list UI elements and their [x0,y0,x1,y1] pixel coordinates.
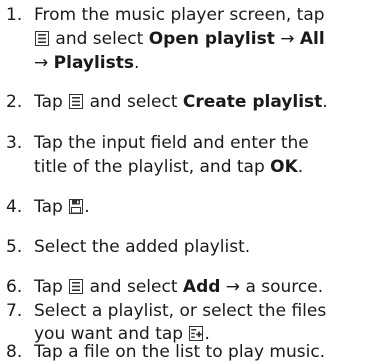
step-number: 6. [6,277,23,297]
step-number: 7. [6,301,23,321]
menu-icon [69,94,84,109]
step-number: 2. [6,92,23,112]
step-number: 5. [6,237,23,257]
step-text: From the music player screen, tap and se… [34,5,325,73]
menu-icon [69,279,84,294]
step-text: Tap . [34,197,90,217]
step-text: Tap the input field and enter the title … [34,133,309,177]
step-number: 3. [6,133,23,153]
step-text: Tap and select Add → a source. [34,277,324,297]
step-number: 4. [6,197,23,217]
step-number: 8. [6,342,23,362]
step-text: Select the added playlist. [34,237,251,257]
step-text: Tap and select Create playlist. [34,92,328,112]
step-text: Select a playlist, or select the files y… [34,301,327,344]
save-icon [69,199,84,214]
step-number: 1. [6,5,23,25]
menu-icon [35,31,49,46]
step-text: Tap a file on the list to play music. [34,342,326,362]
add-icon [189,326,204,341]
